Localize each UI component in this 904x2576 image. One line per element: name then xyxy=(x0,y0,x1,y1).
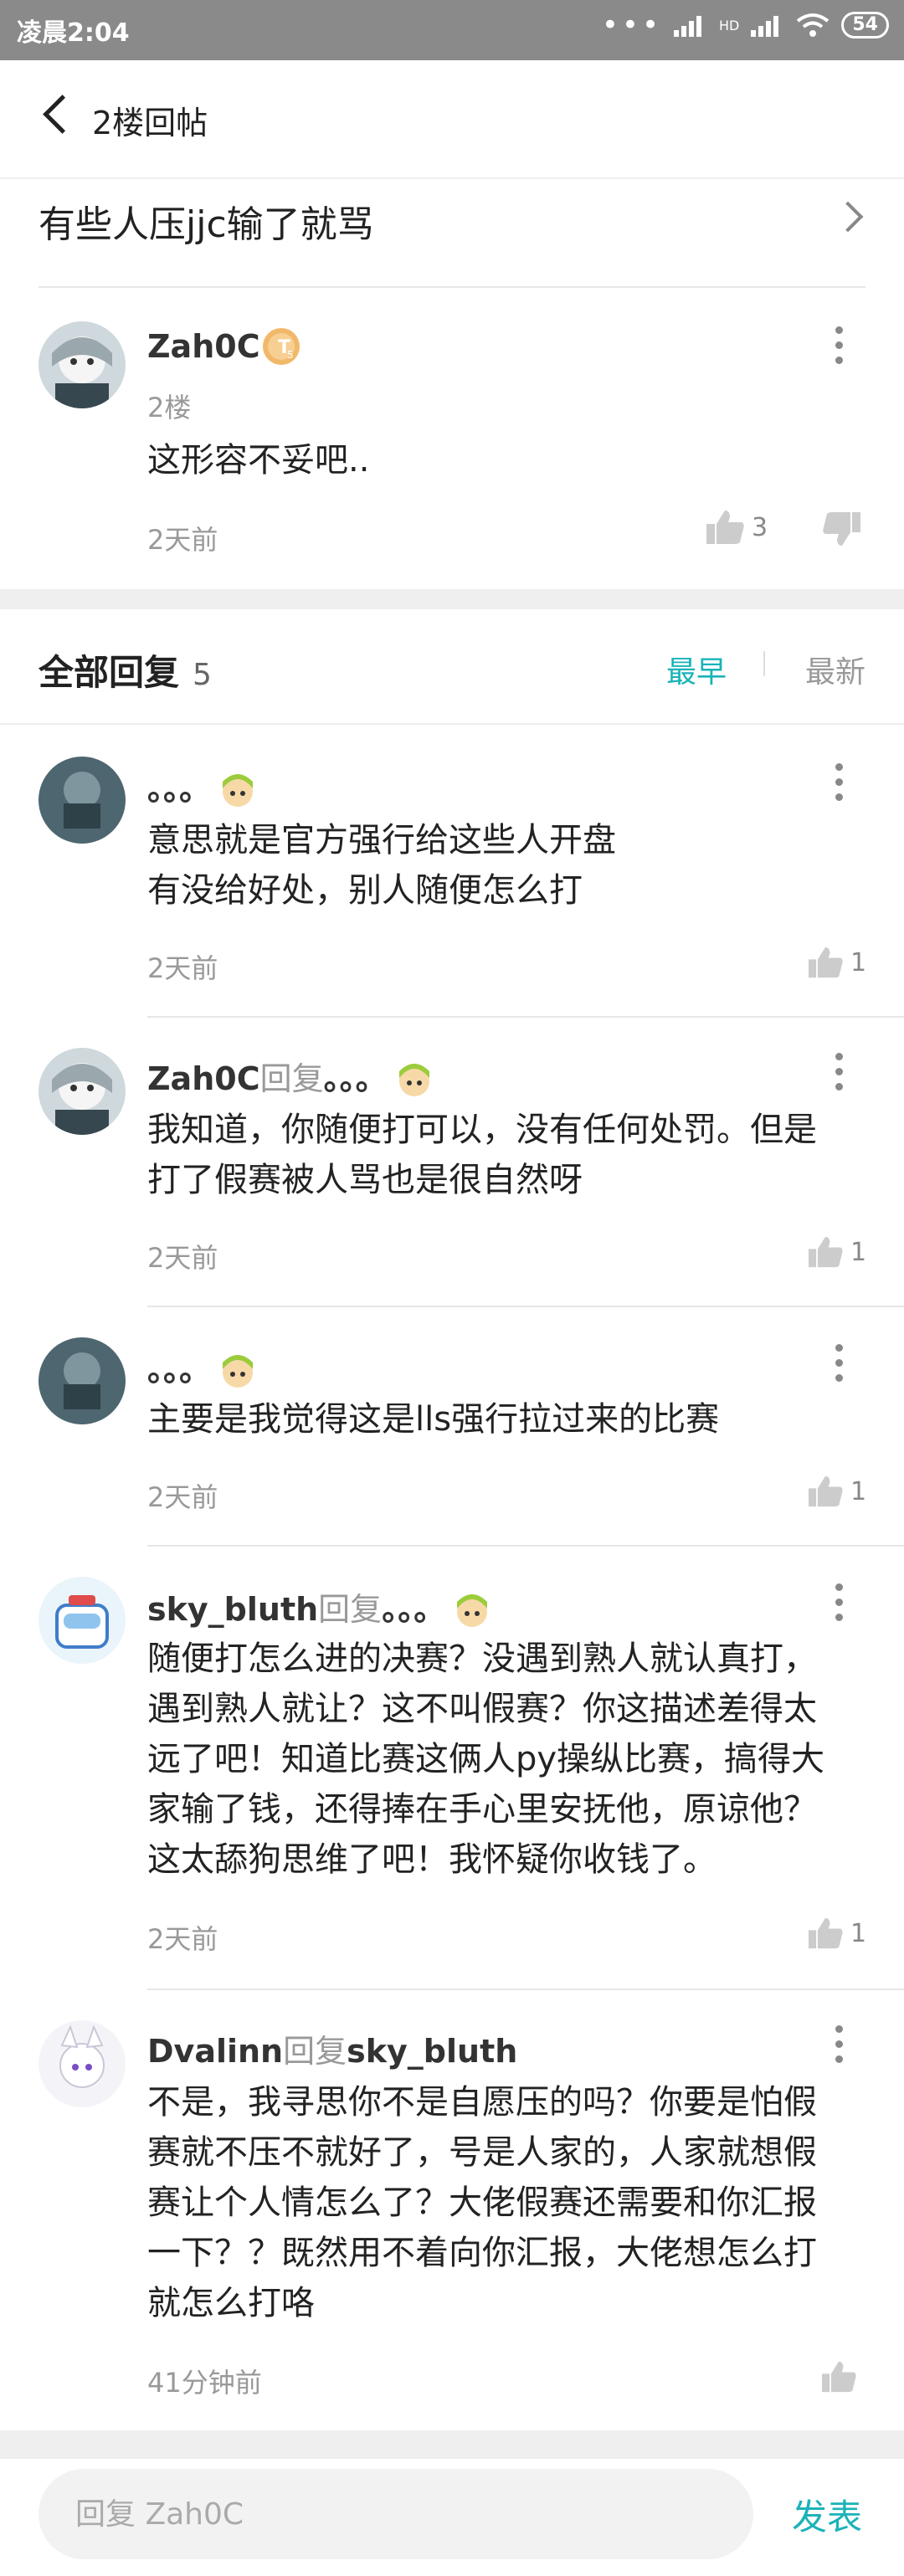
more-status-icon: ••• xyxy=(601,8,663,42)
divider xyxy=(39,286,865,288)
floor-content: 这形容不妥吧.. xyxy=(147,441,370,480)
reply-time: 2天前 xyxy=(147,1481,218,1513)
like-count: 1 xyxy=(850,1918,867,1948)
reply-content: 我知道，你随便打可以，没有任何处罚。但是 打了假赛被人骂也是很自然呀 xyxy=(147,1111,817,1199)
like-button[interactable]: 1 xyxy=(807,1235,866,1269)
thumb-up-icon xyxy=(822,2361,856,2393)
post-title-row[interactable]: 有些人压jjc输了就骂 xyxy=(0,177,904,288)
like-button[interactable]: 1 xyxy=(807,1475,866,1508)
thumb-down-icon[interactable] xyxy=(822,511,862,547)
battery-indicator: 54 xyxy=(841,12,889,38)
more-icon[interactable] xyxy=(835,1053,844,1098)
emoji-icon xyxy=(223,773,254,807)
thumb-up-icon xyxy=(809,1475,843,1507)
divider xyxy=(147,1306,904,1307)
thumb-up-icon xyxy=(706,511,744,544)
reply-input[interactable] xyxy=(39,2469,753,2559)
avatar[interactable] xyxy=(39,2020,126,2107)
sort-separator xyxy=(763,651,765,676)
reply-content: 不是，我寻思你不是自愿压的吗？你要是怕假 赛就不压不就好了，号是人家的，人家就想假… xyxy=(147,2083,817,2322)
divider xyxy=(0,723,904,725)
network-label: HD xyxy=(719,17,740,33)
divider xyxy=(147,1545,904,1547)
reply-content: 意思就是官方强行给这些人开盘 有没给好处，别人随便怎么打 xyxy=(147,821,616,910)
wifi-icon xyxy=(797,13,830,37)
thumb-up-icon xyxy=(809,947,843,978)
reply-time: 2天前 xyxy=(147,1242,218,1274)
post-title: 有些人压jjc输了就骂 xyxy=(39,203,374,246)
thumb-up-icon xyxy=(809,1917,843,1949)
nav-header: 2楼回帖 xyxy=(0,60,904,177)
like-count: 1 xyxy=(850,1476,867,1506)
avatar[interactable] xyxy=(39,1048,126,1135)
section-separator xyxy=(0,589,904,609)
username[interactable]: 。。。 xyxy=(147,763,258,812)
page-title: 2楼回帖 xyxy=(92,105,208,141)
divider xyxy=(147,1988,904,1990)
avatar[interactable] xyxy=(39,1337,126,1424)
avatar[interactable] xyxy=(39,1577,126,1664)
level-badge-icon: T 5 xyxy=(263,328,300,365)
signal-icon xyxy=(674,16,702,37)
reply-time: 41分钟前 xyxy=(147,2367,262,2399)
like-button[interactable]: 3 xyxy=(705,509,768,546)
username[interactable]: Dvalinn回复sky_bluth xyxy=(147,2025,517,2071)
like-button[interactable]: 1 xyxy=(807,946,866,979)
status-time: 凌晨2:04 xyxy=(17,18,130,48)
more-icon[interactable] xyxy=(835,2025,844,2071)
username[interactable]: 。。。 xyxy=(147,1344,258,1393)
send-button[interactable]: 发表 xyxy=(792,2489,862,2540)
like-button[interactable]: 1 xyxy=(807,1917,866,1950)
emoji-icon xyxy=(398,1063,429,1096)
emoji-icon xyxy=(223,1354,254,1388)
floor-label: 2楼 xyxy=(147,392,192,423)
sort-earliest-tab[interactable]: 最早 xyxy=(666,648,727,691)
more-icon[interactable] xyxy=(835,1344,844,1389)
reply-time: 2天前 xyxy=(147,1923,218,1955)
avatar[interactable] xyxy=(39,321,126,408)
like-count: 1 xyxy=(850,947,867,978)
divider xyxy=(147,1016,904,1018)
replies-header: 全部回复 5 xyxy=(39,644,212,695)
chevron-right-icon xyxy=(832,201,864,233)
like-count: 1 xyxy=(850,1237,867,1267)
more-icon[interactable] xyxy=(835,763,844,808)
svg-text:5: 5 xyxy=(287,349,294,361)
like-count: 3 xyxy=(752,512,768,542)
replies-title: 全部回复 xyxy=(39,652,180,693)
emoji-icon xyxy=(457,1593,488,1627)
username[interactable]: Zah0C xyxy=(147,328,260,365)
reply-content: 随便打怎么进的决赛？没遇到熟人就认真打， 遇到熟人就让？这不叫假赛？你这描述差得太… xyxy=(147,1640,825,1879)
username[interactable]: Zah0C回复。。。 xyxy=(147,1053,434,1101)
signal-icon-2 xyxy=(751,16,779,37)
section-separator xyxy=(0,2430,904,2457)
reply-content: 主要是我觉得这是lls强行拉过来的比赛 xyxy=(147,1400,720,1439)
avatar[interactable] xyxy=(39,757,126,844)
more-icon[interactable] xyxy=(835,326,844,372)
more-icon[interactable] xyxy=(835,1583,844,1629)
sort-latest-tab[interactable]: 最新 xyxy=(805,648,865,691)
back-icon[interactable] xyxy=(43,95,82,134)
status-bar: 凌晨2:04 ••• HD 54 xyxy=(0,0,904,60)
post-time: 2天前 xyxy=(147,524,218,556)
reply-time: 2天前 xyxy=(147,952,218,984)
reply-bar: 发表 xyxy=(0,2457,904,2576)
thumb-up-icon xyxy=(809,1236,843,1268)
replies-count: 5 xyxy=(193,658,212,692)
like-button[interactable] xyxy=(820,2360,857,2394)
username[interactable]: sky_bluth回复。。。 xyxy=(147,1583,492,1632)
